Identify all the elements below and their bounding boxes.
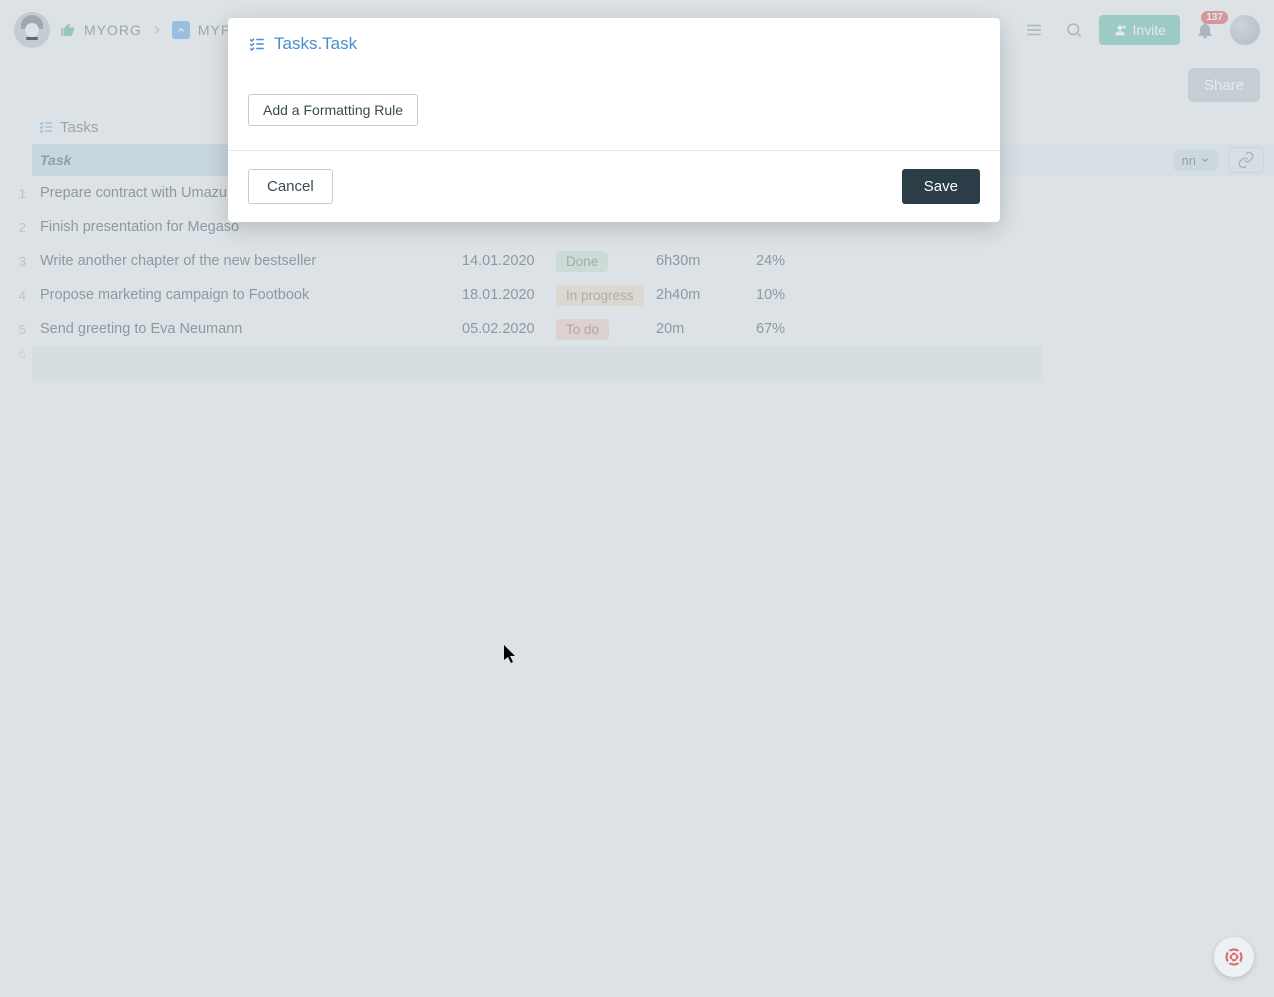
- help-button[interactable]: [1214, 937, 1254, 977]
- cancel-button[interactable]: Cancel: [248, 169, 333, 204]
- dialog-title: Tasks.Task: [274, 34, 357, 54]
- save-button[interactable]: Save: [902, 169, 980, 204]
- formatting-rules-dialog: Tasks.Task Add a Formatting Rule Cancel …: [228, 18, 1000, 222]
- lifebuoy-icon: [1224, 947, 1244, 967]
- tasks-list-icon: [248, 35, 266, 53]
- add-formatting-rule-button[interactable]: Add a Formatting Rule: [248, 94, 418, 126]
